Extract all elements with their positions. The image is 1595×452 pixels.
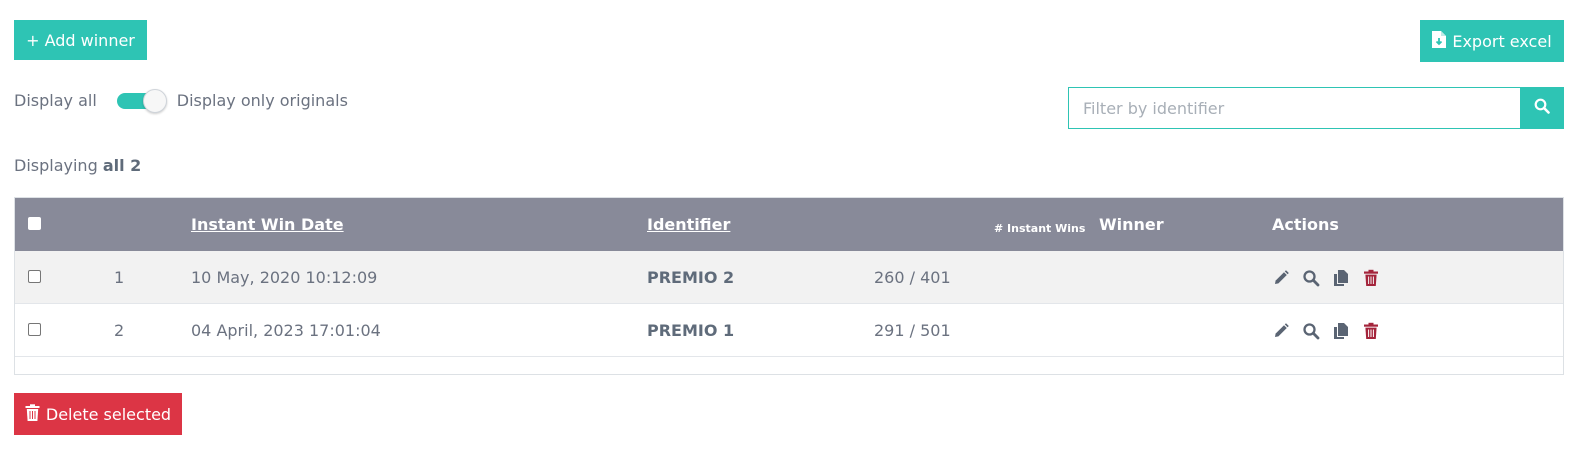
row-identifier: PREMIO 1: [647, 321, 735, 340]
row-index: 2: [114, 321, 125, 340]
row-checkbox[interactable]: [28, 270, 41, 283]
column-instant-wins: # Instant Wins: [994, 222, 1086, 235]
row-instant-wins: 291 / 501: [874, 321, 951, 340]
row-actions: [1271, 304, 1380, 357]
file-download-icon: [1432, 30, 1447, 52]
toggle-knob: [142, 89, 167, 113]
winners-page: + Add winner Export excel Display all Di…: [0, 0, 1595, 452]
pencil-icon[interactable]: [1271, 321, 1290, 340]
display-originals-label: Display only originals: [176, 90, 348, 110]
delete-selected-label: Delete selected: [45, 404, 172, 424]
result-count-prefix: Displaying: [14, 156, 98, 175]
table-row: 2 04 April, 2023 17:01:04 PREMIO 1 291 /…: [15, 304, 1563, 357]
search-input[interactable]: [1068, 87, 1520, 129]
trash-icon: [25, 403, 40, 425]
copy-icon[interactable]: [1331, 268, 1350, 287]
row-instant-wins: 260 / 401: [874, 268, 951, 287]
result-count: Displaying all 2: [14, 156, 141, 175]
search-button[interactable]: [1520, 87, 1564, 129]
search-icon[interactable]: [1301, 268, 1320, 287]
trash-icon[interactable]: [1361, 321, 1380, 340]
trash-icon[interactable]: [1361, 268, 1380, 287]
row-identifier: PREMIO 2: [647, 268, 735, 287]
row-checkbox[interactable]: [28, 323, 41, 336]
row-index: 1: [114, 268, 125, 287]
add-winner-button[interactable]: + Add winner: [14, 20, 147, 60]
column-instant-win-date[interactable]: Instant Win Date: [191, 198, 344, 251]
add-winner-label: + Add winner: [26, 30, 135, 50]
select-all-checkbox[interactable]: [28, 217, 41, 230]
column-winner: Winner: [1099, 215, 1164, 234]
delete-selected-button[interactable]: Delete selected: [14, 393, 182, 435]
display-all-label: Display all: [14, 90, 97, 110]
table-row: 1 10 May, 2020 10:12:09 PREMIO 2 260 / 4…: [15, 251, 1563, 304]
search-icon[interactable]: [1301, 321, 1320, 340]
export-excel-button[interactable]: Export excel: [1420, 20, 1564, 62]
table-header: Instant Win Date Identifier # Instant Wi…: [15, 198, 1563, 251]
column-actions: Actions: [1272, 215, 1339, 234]
originals-toggle[interactable]: [116, 88, 167, 113]
export-excel-label: Export excel: [1452, 31, 1552, 51]
row-date: 10 May, 2020 10:12:09: [191, 268, 378, 287]
column-identifier[interactable]: Identifier: [647, 198, 730, 251]
winners-table: Instant Win Date Identifier # Instant Wi…: [14, 197, 1564, 375]
display-filter: Display all Display only originals: [14, 86, 348, 114]
search-icon: [1534, 98, 1550, 118]
pencil-icon[interactable]: [1271, 268, 1290, 287]
result-count-value: all 2: [102, 156, 142, 175]
identifier-search: [1068, 87, 1564, 129]
row-date: 04 April, 2023 17:01:04: [191, 321, 381, 340]
row-actions: [1271, 251, 1380, 304]
copy-icon[interactable]: [1331, 321, 1350, 340]
